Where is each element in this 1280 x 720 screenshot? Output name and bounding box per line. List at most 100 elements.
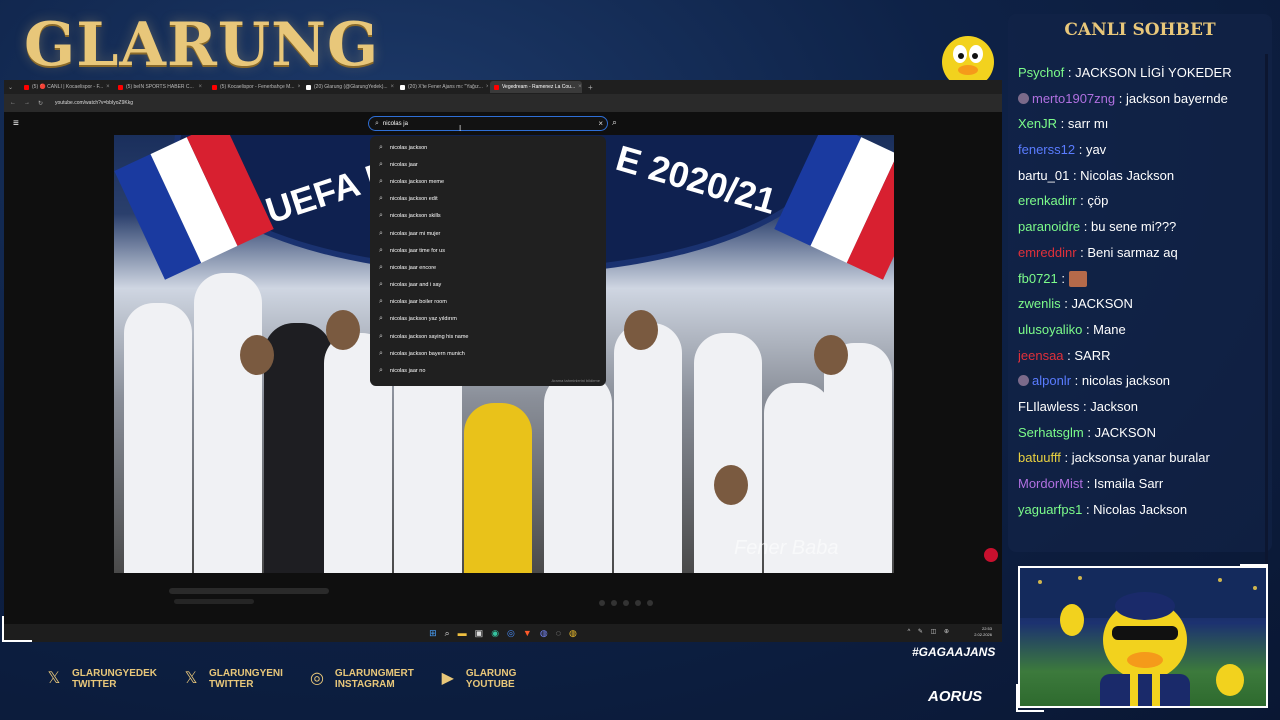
suggestion-text: nicolas jaar no xyxy=(389,368,426,375)
youtube-favicon-icon xyxy=(212,84,217,90)
social-platform: TWITTER xyxy=(72,679,117,690)
edge-icon[interactable]: ◉ xyxy=(491,628,499,639)
chat-scrollbar[interactable] xyxy=(1265,54,1268,564)
back-icon[interactable]: ← xyxy=(10,100,16,106)
player-head xyxy=(624,310,658,350)
suggestion-item[interactable]: ⌕ nicolas jaar time for us xyxy=(370,242,606,259)
chat-username[interactable]: alponlr xyxy=(1032,373,1071,388)
chat-username[interactable]: Serhatsglm xyxy=(1018,425,1084,440)
browser-tab[interactable]: (5) 🔴 CANLI | Kocaelispor - F... × xyxy=(20,81,112,93)
suggestion-item[interactable]: ⌕ nicolas jaar boiler room xyxy=(370,294,606,311)
chrome-icon[interactable]: ◍ xyxy=(569,628,577,639)
url-field[interactable]: youtube.com/watch?v=bbIyoZ9Kkg xyxy=(55,100,133,106)
chat-username[interactable]: fenerss12 xyxy=(1018,142,1075,157)
search-icon: ⌕ xyxy=(379,177,383,185)
clear-search-icon[interactable]: × xyxy=(598,119,603,128)
search-input[interactable]: nicolas ja xyxy=(383,121,408,127)
chat-username[interactable]: MordorMist xyxy=(1018,476,1083,491)
close-tab-icon[interactable]: × xyxy=(391,84,394,90)
chat-separator: : xyxy=(1083,476,1094,491)
suggestion-item[interactable]: ⌕ nicolas jackson yaz yıldırım xyxy=(370,311,606,328)
suggestion-item[interactable]: ⌕ nicolas jaar encore xyxy=(370,259,606,276)
hashtag: #GAGAAJANS xyxy=(912,645,996,659)
user-badge-icon xyxy=(1018,375,1029,387)
browser-tab[interactable]: (20) X'te Fener Ajans mı: "Yağız... × xyxy=(396,81,488,93)
suggestion-text: nicolas jackson yaz yıldırım xyxy=(389,316,457,323)
store-icon[interactable]: ▣ xyxy=(475,628,484,639)
chat-message: fb0721 : xyxy=(1018,266,1262,292)
new-tab-icon[interactable]: + xyxy=(584,83,597,92)
carousel-dot[interactable] xyxy=(635,600,641,606)
settings-icon[interactable]: ◎ xyxy=(507,628,515,639)
chat-username[interactable]: zwenlis xyxy=(1018,296,1061,311)
search-icon: ⌕ xyxy=(379,315,383,323)
chat-username[interactable]: bartu_01 xyxy=(1018,168,1069,183)
suggestion-item[interactable]: ⌕ nicolas jackson meme xyxy=(370,173,606,190)
search-button-icon[interactable]: ⌕ xyxy=(612,117,617,128)
windows-start-icon[interactable]: ⊞ xyxy=(429,628,437,639)
chat-username[interactable]: yaguarfps1 xyxy=(1018,502,1082,517)
chat-username[interactable]: merto1907zng xyxy=(1032,91,1115,106)
screen-capture: ⌄ (5) 🔴 CANLI | Kocaelispor - F... × (5)… xyxy=(4,80,1002,642)
chat-username[interactable]: fb0721 xyxy=(1018,271,1058,286)
obs-icon[interactable]: ◌ xyxy=(556,628,561,638)
chat-separator: : xyxy=(1064,65,1076,80)
brave-icon[interactable]: ▼ xyxy=(523,628,532,638)
close-tab-icon[interactable]: × xyxy=(198,84,202,90)
carousel-dot[interactable] xyxy=(599,600,605,606)
browser-tab-active[interactable]: Vegedream - Ramenez La Cou... × xyxy=(490,81,582,93)
chat-username[interactable]: paranoidre xyxy=(1018,219,1080,234)
chat-username[interactable]: jeensaa xyxy=(1018,348,1064,363)
search-icon[interactable]: ⌕ xyxy=(445,628,450,639)
folder-icon[interactable]: ▬ xyxy=(458,628,467,638)
reload-icon[interactable]: ↻ xyxy=(38,100,43,107)
chat-text: Beni sarmaz aq xyxy=(1087,244,1178,260)
carousel-dot[interactable] xyxy=(647,600,653,606)
suggestion-item[interactable]: ⌕ nicolas jackson saying his name xyxy=(370,328,606,345)
suggestion-item[interactable]: ⌕ nicolas jackson xyxy=(370,139,606,156)
tab-list-icon[interactable]: ⌄ xyxy=(8,84,18,91)
forward-icon[interactable]: → xyxy=(24,100,30,106)
chat-message: fenerss12 : yav xyxy=(1018,137,1262,163)
suggestion-item[interactable]: ⌕ nicolas jaar mi mujer xyxy=(370,225,606,242)
close-tab-icon[interactable]: × xyxy=(297,84,300,90)
webcam-feed xyxy=(1018,566,1268,708)
browser-tab[interactable]: (5) Kocaelispor - Fenerbahçe M... × xyxy=(208,81,300,93)
social-platform: INSTAGRAM xyxy=(334,679,395,690)
discord-icon[interactable]: ◍ xyxy=(540,628,548,639)
chat-username[interactable]: ulusoyaliko xyxy=(1018,322,1082,337)
suggestion-item[interactable]: ⌕ nicolas jaar and i say xyxy=(370,277,606,294)
search-icon: ⌕ xyxy=(379,332,383,340)
tab-label: (5) 🔴 CANLI | Kocaelispor - F... xyxy=(32,84,104,90)
clock[interactable]: 22:53 2.02.2026 xyxy=(974,626,992,638)
system-tray-icons[interactable]: ^ ✎ ◫ ⊕ xyxy=(907,628,952,635)
player-head xyxy=(714,465,748,505)
search-box[interactable]: ⌕ nicolas ja × xyxy=(368,116,608,131)
chat-username[interactable]: Psychof xyxy=(1018,65,1064,80)
close-tab-icon[interactable]: × xyxy=(106,84,110,90)
report-predictions-link[interactable]: Arama tahminlerini bildirme xyxy=(552,378,600,383)
chat-message: ulusoyaliko : Mane xyxy=(1018,317,1262,343)
carousel-dot[interactable] xyxy=(623,600,629,606)
chat-username[interactable]: erenkadirr xyxy=(1018,193,1077,208)
chat-message: Psychof : JACKSON LİGİ YOKEDER xyxy=(1018,60,1262,86)
social-handle: GLARUNG xyxy=(465,668,517,679)
chat-username[interactable]: emreddinr xyxy=(1018,245,1077,260)
social-item: 𝕏 GLARUNGYENI TWITTER xyxy=(181,668,283,690)
suggestion-item[interactable]: ⌕ nicolas jackson bayern munich xyxy=(370,345,606,362)
browser-tab[interactable]: (20) Glarung (@GlarungYedek)... × xyxy=(302,81,394,93)
close-tab-icon[interactable]: × xyxy=(578,84,582,90)
menu-icon[interactable]: ≡ xyxy=(13,118,19,129)
close-tab-icon[interactable]: × xyxy=(486,84,488,90)
suggestion-item[interactable]: ⌕ nicolas jackson skills xyxy=(370,208,606,225)
chat-username[interactable]: batuufff xyxy=(1018,450,1061,465)
chat-separator: : xyxy=(1076,193,1088,209)
suggestion-text: nicolas jackson edit xyxy=(389,196,438,203)
chat-username[interactable]: FLIlawless xyxy=(1018,399,1079,414)
chat-message: MordorMist : Ismaila Sarr xyxy=(1018,471,1262,497)
suggestion-item[interactable]: ⌕ nicolas jaar xyxy=(370,156,606,173)
carousel-dot[interactable] xyxy=(611,600,617,606)
suggestion-item[interactable]: ⌕ nicolas jackson edit xyxy=(370,191,606,208)
chat-username[interactable]: XenJR xyxy=(1018,116,1057,131)
browser-tab[interactable]: (5) beIN SPORTS HABER C... × xyxy=(114,81,206,93)
